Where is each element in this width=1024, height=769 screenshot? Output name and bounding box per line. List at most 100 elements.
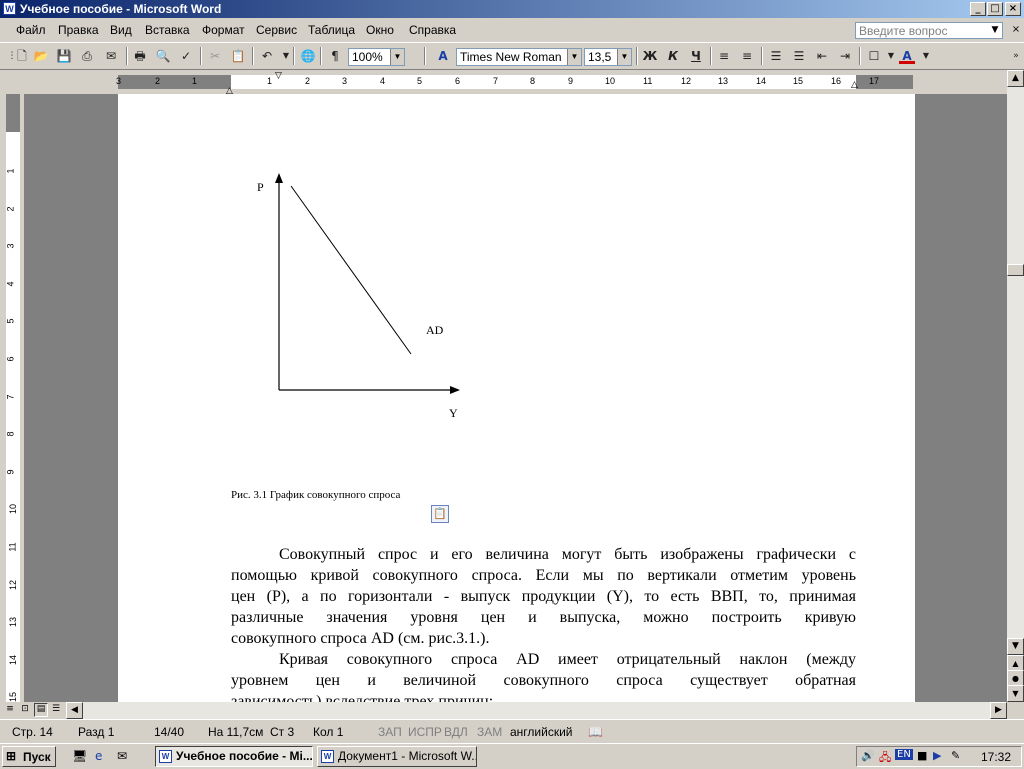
cut-icon[interactable]: ✂ [207, 48, 223, 64]
permission-icon[interactable]: ⎙ [79, 48, 95, 64]
web-layout-icon[interactable]: ⊡ [19, 704, 31, 716]
status-rec[interactable]: ЗАП [378, 725, 402, 739]
scroll-up-icon[interactable]: ▲ [1007, 70, 1024, 87]
ruler-number: 13 [718, 76, 729, 86]
status-ovr[interactable]: ЗАМ [477, 725, 502, 739]
zoom-dropdown-icon[interactable]: ▼ [390, 49, 404, 65]
zoom-value: 100% [352, 50, 383, 64]
menu-window[interactable]: Окно [366, 23, 394, 37]
text-line: цен (P), а по горизонтали - выпуск проду… [231, 588, 856, 605]
show-hide-icon[interactable]: ¶ [327, 48, 343, 64]
toolbar-separator [424, 47, 426, 65]
status-ext[interactable]: ВДЛ [444, 725, 468, 739]
scroll-right-icon[interactable]: ▶ [990, 702, 1007, 719]
font-color-dropdown-icon[interactable]: ▼ [918, 48, 934, 64]
normal-view-icon[interactable]: ≡ [4, 704, 16, 716]
scroll-down-icon[interactable]: ▼ [1007, 638, 1024, 655]
underline-button[interactable]: Ч [688, 48, 704, 64]
menu-table[interactable]: Таблица [308, 23, 355, 37]
network-icon[interactable]: 🖧 [879, 749, 891, 768]
align-left-icon[interactable]: ≡ [716, 48, 732, 64]
paste-icon[interactable]: 📋 [230, 48, 246, 64]
undo-dropdown-icon[interactable]: ▼ [278, 48, 294, 64]
increase-indent-icon[interactable]: ⇥ [837, 48, 853, 64]
numbering-icon[interactable]: ☰ [768, 48, 784, 64]
status-trk[interactable]: ИСПР [408, 725, 442, 739]
font-select[interactable]: Times New Roman ▼ [456, 48, 582, 66]
toolbar-separator [126, 47, 128, 65]
hyperlink-icon[interactable]: 🌐 [300, 48, 316, 64]
document-page[interactable]: P AD Y Рис. 3.1 График совокупного спрос… [118, 94, 915, 710]
toolbar-options-icon[interactable]: » [1008, 48, 1024, 64]
bold-button[interactable]: Ж [642, 48, 658, 64]
title-bar[interactable]: W Учебное пособие - Microsoft Word _ □ × [0, 0, 1024, 18]
scroll-left-icon[interactable]: ◀ [66, 702, 83, 719]
undo-icon[interactable]: ↶ [259, 48, 275, 64]
task-word-document1[interactable]: W Документ1 - Microsoft W... [317, 746, 477, 767]
ruler-number: 16 [831, 76, 842, 86]
font-dropdown-icon[interactable]: ▼ [567, 49, 581, 65]
first-line-indent-marker[interactable]: ▽ [275, 71, 282, 81]
outlook-express-icon[interactable]: ✉ [117, 749, 127, 763]
language-indicator[interactable]: EN [895, 749, 913, 760]
vertical-ruler[interactable]: 1 2 3 4 5 6 7 8 9 10 11 12 13 14 15 [0, 94, 24, 702]
print-icon[interactable]: 🖶 [132, 48, 148, 64]
ruler-number: 14 [756, 76, 767, 86]
help-question-field[interactable]: Введите вопрос ▼ [855, 22, 1003, 39]
menu-edit[interactable]: Правка [58, 23, 99, 37]
ruler-number: 2 [305, 76, 311, 86]
print-preview-icon[interactable]: 🔍 [155, 48, 171, 64]
spelling-icon[interactable]: ✓ [178, 48, 194, 64]
menu-view[interactable]: Вид [110, 23, 132, 37]
border-icon[interactable]: ☐ [866, 48, 882, 64]
zoom-select[interactable]: 100% ▼ [348, 48, 405, 66]
media-player-icon[interactable]: ▶ [933, 749, 941, 762]
italic-button[interactable]: К [665, 48, 681, 64]
paste-options-icon[interactable]: 📋 [431, 505, 449, 523]
vertical-scrollbar[interactable]: ▲ ▼ ▲ ● ▼ [1007, 70, 1024, 702]
right-indent-marker[interactable]: △ [851, 80, 858, 90]
tray-app-icon[interactable]: ■ [917, 749, 927, 762]
ruler-number: 12 [681, 76, 692, 86]
font-size-select[interactable]: 13,5 ▼ [584, 48, 632, 66]
horizontal-scrollbar[interactable]: ◀ ▶ [66, 702, 1007, 719]
outline-view-icon[interactable]: ☰ [50, 704, 62, 716]
maximize-button[interactable]: □ [987, 2, 1003, 16]
start-button[interactable]: ⊞ Пуск [2, 746, 56, 767]
task-word-document[interactable]: W Учебное пособие - Mi... [155, 746, 313, 767]
next-page-icon[interactable]: ▼ [1007, 685, 1024, 702]
menu-help[interactable]: Справка [409, 23, 456, 37]
tray-tool-icon[interactable]: ✎ [951, 749, 960, 762]
new-document-icon[interactable]: 🗋 [14, 48, 30, 64]
border-dropdown-icon[interactable]: ▼ [883, 48, 899, 64]
toolbar-separator [859, 47, 861, 65]
volume-icon[interactable]: 🔊 [861, 749, 875, 762]
font-color-icon[interactable]: A [899, 48, 915, 64]
align-center-icon[interactable]: ≡ [739, 48, 755, 64]
document-close-icon[interactable]: × [1010, 24, 1022, 36]
print-layout-icon[interactable]: ▤ [34, 703, 48, 717]
status-bar: Стр. 14 Разд 1 14/40 На 11,7см Ст 3 Кол … [0, 719, 1024, 744]
styles-icon[interactable]: A [435, 48, 451, 64]
menu-tools[interactable]: Сервис [256, 23, 297, 37]
show-desktop-icon[interactable]: 🖥 [72, 749, 87, 763]
spelling-status-icon[interactable]: 📖 [588, 725, 603, 739]
menu-file[interactable]: Файл [16, 23, 46, 37]
ruler-number: 1 [267, 76, 273, 86]
menu-format[interactable]: Формат [202, 23, 245, 37]
open-folder-icon[interactable]: 📂 [33, 48, 49, 64]
internet-explorer-icon[interactable]: e [95, 749, 102, 763]
word-app-icon[interactable]: W [3, 2, 16, 15]
vertical-ruler-number: 5 [5, 318, 16, 324]
menu-insert[interactable]: Вставка [145, 23, 190, 37]
font-size-dropdown-icon[interactable]: ▼ [617, 49, 631, 65]
scroll-thumb[interactable] [1007, 264, 1024, 276]
email-icon[interactable]: ✉ [103, 48, 119, 64]
minimize-button[interactable]: _ [970, 2, 986, 16]
decrease-indent-icon[interactable]: ⇤ [814, 48, 830, 64]
horizontal-ruler[interactable]: 3 2 1 1 2 3 4 5 6 7 8 9 10 11 12 13 14 15 16 17 △ ▽ △ [0, 71, 1024, 96]
help-dropdown-icon[interactable]: ▼ [988, 23, 1002, 38]
save-icon[interactable]: 💾 [56, 48, 72, 64]
bullets-icon[interactable]: ☰ [791, 48, 807, 64]
close-button[interactable]: × [1005, 2, 1021, 16]
